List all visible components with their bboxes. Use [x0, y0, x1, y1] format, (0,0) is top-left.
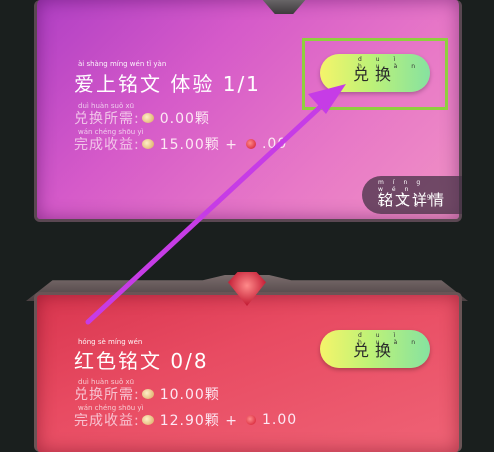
pointer-arrow-icon — [85, 84, 346, 325]
